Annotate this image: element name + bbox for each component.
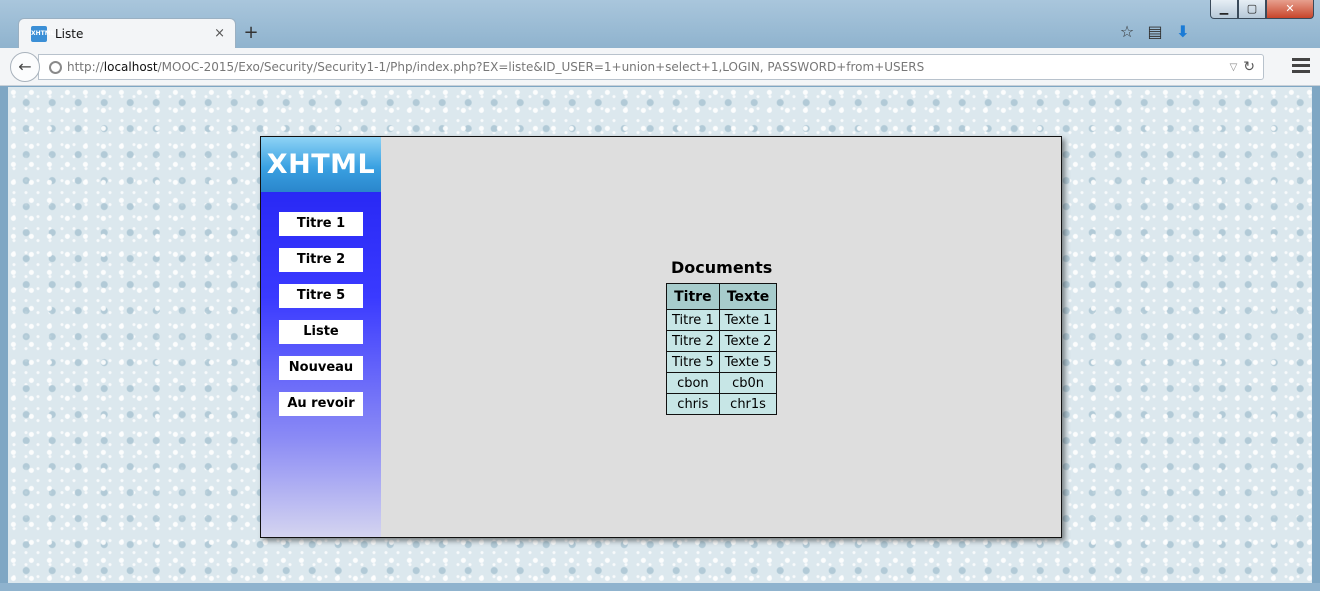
- cell-texte: cb0n: [718, 372, 778, 394]
- cell-titre: Titre 2: [666, 330, 720, 352]
- table-row: cbon cb0n: [666, 372, 778, 394]
- url-path: /MOOC-2015/Exo/Security/Security1-1/Php/…: [157, 60, 925, 74]
- download-icon[interactable]: ⬇: [1174, 22, 1192, 41]
- url-prefix: http://: [67, 60, 104, 74]
- cell-titre: Titre 1: [666, 309, 720, 331]
- menu-item-titre-5[interactable]: Titre 5: [279, 284, 363, 308]
- cell-texte: chr1s: [718, 393, 778, 415]
- star-icon[interactable]: ☆: [1118, 22, 1136, 41]
- toolbar-icons: ☆ ▤ ⬇: [1118, 22, 1192, 41]
- globe-icon: [49, 60, 62, 74]
- menu-item-liste[interactable]: Liste: [279, 320, 363, 344]
- table-row: Titre 1 Texte 1: [666, 309, 778, 331]
- reload-icon[interactable]: ↻: [1243, 59, 1255, 75]
- tab-title: Liste: [55, 26, 84, 41]
- url-bar[interactable]: http://localhost/MOOC-2015/Exo/Security/…: [38, 54, 1264, 80]
- cell-titre: chris: [666, 393, 720, 415]
- url-text[interactable]: http://localhost/MOOC-2015/Exo/Security/…: [67, 60, 1230, 74]
- main-content: Documents Titre Texte Titre 1 Texte 1 Ti…: [381, 137, 1061, 537]
- menu-item-au-revoir[interactable]: Au revoir: [279, 392, 363, 416]
- documents-table: Titre Texte Titre 1 Texte 1 Titre 2 Text…: [666, 283, 778, 415]
- navigation-bar: http://localhost/MOOC-2015/Exo/Security/…: [0, 48, 1320, 86]
- maximize-button[interactable]: ▢: [1238, 0, 1266, 19]
- url-host: localhost: [103, 60, 158, 74]
- documents-title: Documents: [671, 258, 773, 277]
- new-tab-button[interactable]: +: [242, 22, 260, 43]
- window-titlebar: ▁ ▢ ✕ XHTML Liste × + ☆ ▤ ⬇: [0, 0, 1320, 48]
- close-window-button[interactable]: ✕: [1266, 0, 1314, 19]
- sidebar-menu: Titre 1 Titre 2 Titre 5 Liste Nouveau Au…: [261, 192, 381, 416]
- browser-tab[interactable]: XHTML Liste ×: [18, 18, 236, 48]
- window-bottom-border: [0, 583, 1320, 591]
- sidebar: XHTML Titre 1 Titre 2 Titre 5 Liste Nouv…: [261, 137, 381, 537]
- cell-titre: cbon: [666, 372, 720, 394]
- minimize-button[interactable]: ▁: [1210, 0, 1238, 19]
- reading-list-icon[interactable]: ▤: [1146, 22, 1164, 41]
- table-row: chris chr1s: [666, 393, 778, 415]
- cell-texte: Texte 5: [718, 351, 778, 373]
- window-controls: ▁ ▢ ✕: [1210, 0, 1314, 20]
- table-row: Titre 5 Texte 5: [666, 351, 778, 373]
- header-texte: Texte: [718, 283, 778, 310]
- xhtml-logo: XHTML: [261, 137, 381, 192]
- menu-item-titre-2[interactable]: Titre 2: [279, 248, 363, 272]
- back-button[interactable]: ←: [10, 52, 40, 82]
- table-row: Titre 2 Texte 2: [666, 330, 778, 352]
- page-container: XHTML Titre 1 Titre 2 Titre 5 Liste Nouv…: [260, 136, 1062, 538]
- tab-favicon-icon: XHTML: [31, 25, 55, 42]
- hamburger-menu-icon[interactable]: [1292, 58, 1310, 74]
- url-dropdown-icon[interactable]: ▽: [1230, 62, 1238, 73]
- cell-titre: Titre 5: [666, 351, 720, 373]
- tab-close-icon[interactable]: ×: [214, 26, 225, 41]
- menu-item-titre-1[interactable]: Titre 1: [279, 212, 363, 236]
- cell-texte: Texte 1: [718, 309, 778, 331]
- cell-texte: Texte 2: [718, 330, 778, 352]
- header-titre: Titre: [666, 283, 720, 310]
- menu-item-nouveau[interactable]: Nouveau: [279, 356, 363, 380]
- table-header-row: Titre Texte: [666, 283, 778, 310]
